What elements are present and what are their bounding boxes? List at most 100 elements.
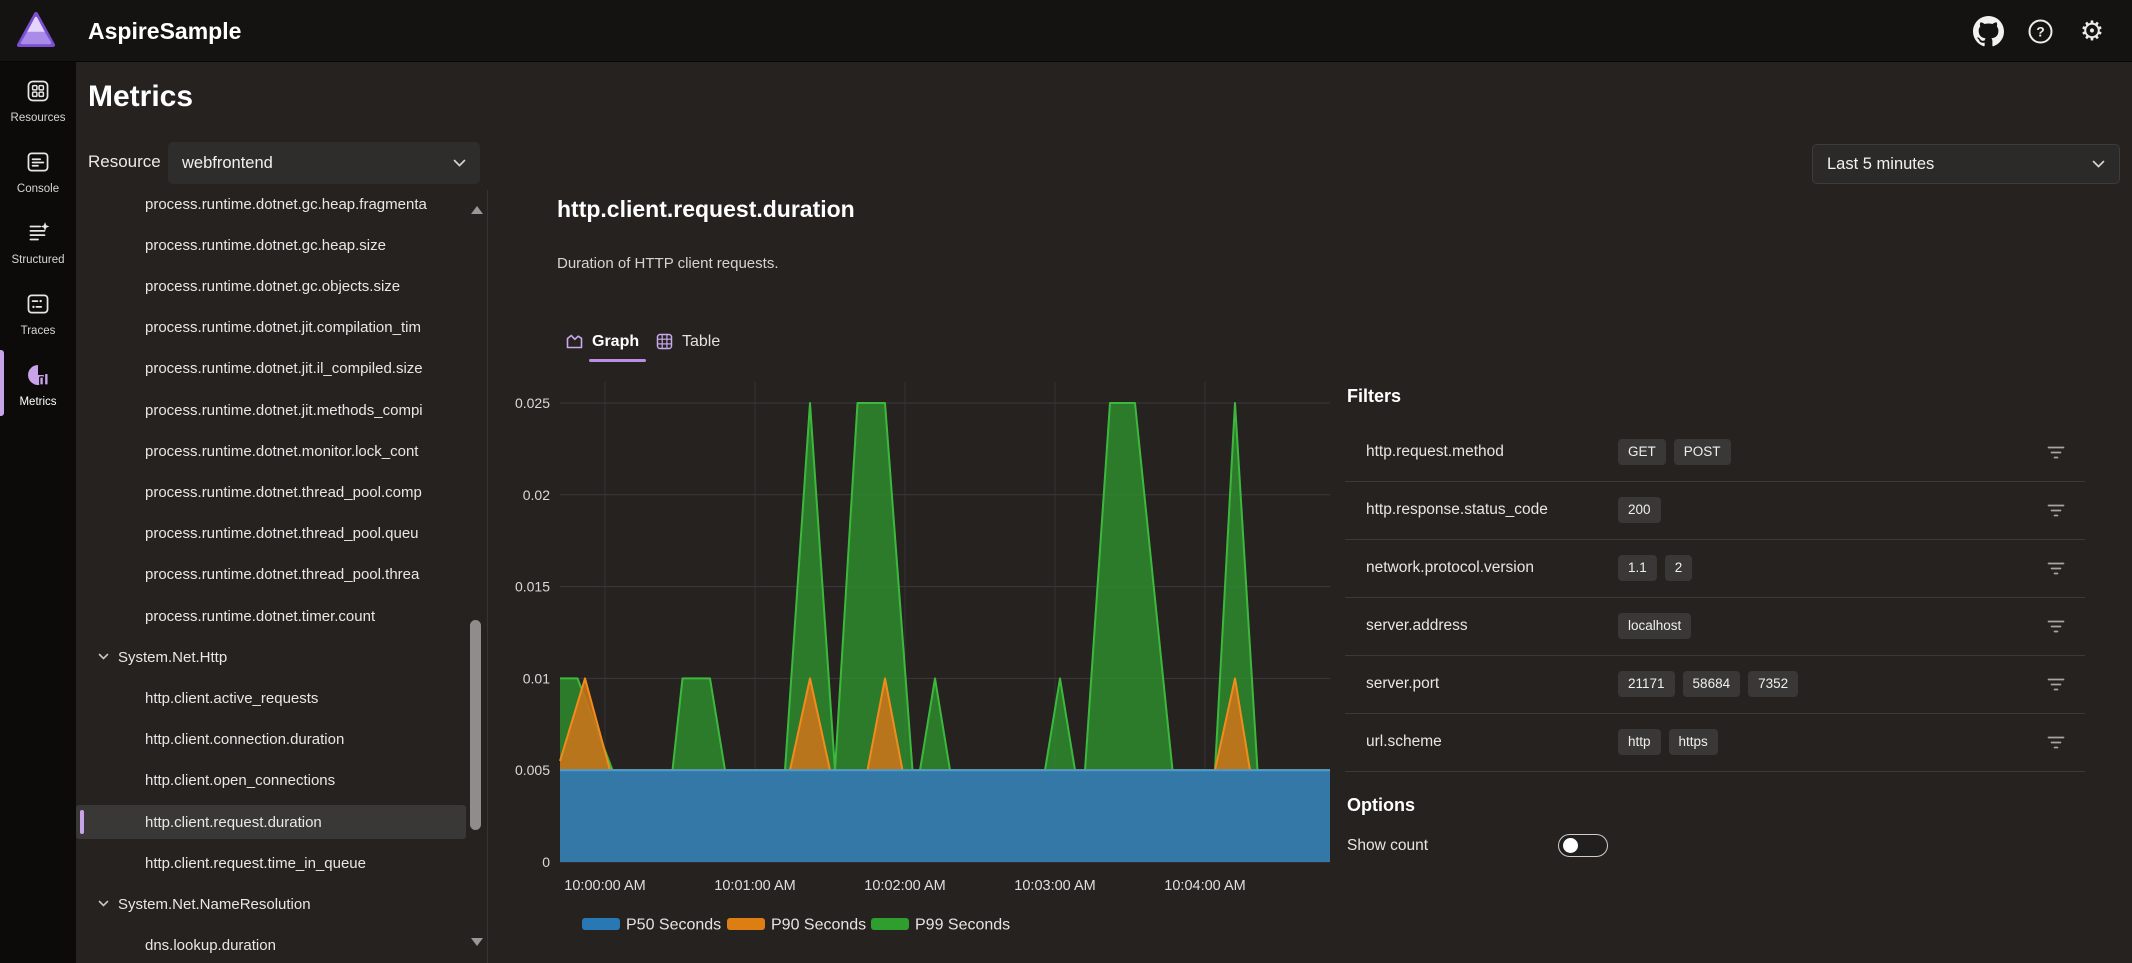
metric-item-label: http.client.active_requests [76, 690, 318, 707]
x-tick-label: 10:01:00 AM [714, 878, 795, 894]
metric-item-process.runtime.dotnet.jit.il_compiled.size[interactable]: process.runtime.dotnet.jit.il_compiled.s… [76, 352, 466, 386]
metric-item-http.client.active_requests[interactable]: http.client.active_requests [76, 681, 466, 715]
filter-funnel-icon[interactable] [2047, 619, 2065, 634]
metric-item-process.runtime.dotnet.monitor.lock_cont[interactable]: process.runtime.dotnet.monitor.lock_cont [76, 434, 466, 468]
area-p50-seconds [560, 770, 1330, 862]
filter-chip[interactable]: 7352 [1748, 671, 1798, 697]
metric-item-dns.lookup.duration[interactable]: dns.lookup.duration [76, 929, 466, 963]
show-count-toggle[interactable] [1558, 834, 1608, 857]
filter-chip[interactable]: 21171 [1618, 671, 1675, 697]
options-heading: Options [1347, 795, 1415, 816]
time-range-select[interactable]: Last 5 minutes [1812, 144, 2120, 184]
scroll-down-arrow[interactable] [471, 938, 483, 946]
filter-funnel-icon[interactable] [2047, 503, 2065, 518]
metric-item-process.runtime.dotnet.jit.methods_compi[interactable]: process.runtime.dotnet.jit.methods_compi [76, 393, 466, 427]
filter-values: 1.12 [1618, 555, 1692, 581]
active-tab-underline [589, 359, 646, 362]
legend-swatch [582, 918, 620, 930]
filter-chip[interactable]: https [1669, 729, 1718, 755]
tab-label: Graph [592, 333, 639, 351]
metric-group-System.Net.Http[interactable]: System.Net.Http [76, 640, 466, 674]
chevron-down-icon[interactable] [98, 900, 109, 907]
metric-item-process.runtime.dotnet.gc.heap.fragmenta[interactable]: process.runtime.dotnet.gc.heap.fragmenta [76, 188, 466, 221]
settings-icon[interactable]: ⚙ [2076, 15, 2108, 47]
tab-graph[interactable]: Graph [565, 332, 639, 351]
filter-chip[interactable]: 2 [1665, 555, 1693, 581]
time-range-value: Last 5 minutes [1813, 155, 2092, 174]
filter-funnel-icon[interactable] [2047, 561, 2065, 576]
filter-chip[interactable]: localhost [1618, 613, 1691, 639]
metric-item-http.client.request.time_in_queue[interactable]: http.client.request.time_in_queue [76, 846, 466, 880]
sidebar-item-structured[interactable]: Structured [0, 210, 76, 276]
panel-divider [487, 190, 488, 963]
y-tick-label: 0.01 [523, 670, 550, 686]
resource-select[interactable]: webfrontend [168, 142, 480, 184]
metric-item-process.runtime.dotnet.jit.compilation_tim[interactable]: process.runtime.dotnet.jit.compilation_t… [76, 311, 466, 345]
structured-icon [25, 220, 51, 251]
sidebar-item-metrics[interactable]: Metrics [0, 352, 76, 418]
metric-item-label: http.client.open_connections [76, 772, 335, 789]
metric-item-http.client.connection.duration[interactable]: http.client.connection.duration [76, 723, 466, 757]
metric-item-process.runtime.dotnet.gc.heap.size[interactable]: process.runtime.dotnet.gc.heap.size [76, 228, 466, 262]
filter-label: http.request.method [1366, 443, 1504, 461]
metric-item-label: process.runtime.dotnet.jit.methods_compi [76, 402, 423, 419]
metric-item-http.client.request.duration[interactable]: http.client.request.duration [76, 805, 466, 839]
metric-item-process.runtime.dotnet.thread_pool.comp[interactable]: process.runtime.dotnet.thread_pool.comp [76, 475, 466, 509]
metric-item-http.client.open_connections[interactable]: http.client.open_connections [76, 764, 466, 798]
filter-funnel-icon[interactable] [2047, 735, 2065, 750]
sidebar-item-resources[interactable]: Resources [0, 68, 76, 134]
filter-chip[interactable]: 1.1 [1618, 555, 1657, 581]
filter-funnel-icon[interactable] [2047, 677, 2065, 692]
scrollbar-thumb[interactable] [470, 620, 481, 830]
legend-item-p50-seconds[interactable]: P50 Seconds [582, 917, 721, 934]
sidebar-item-label: Structured [11, 254, 64, 266]
resources-icon [25, 78, 51, 109]
x-tick-label: 10:00:00 AM [564, 878, 645, 894]
metric-item-process.runtime.dotnet.thread_pool.queu[interactable]: process.runtime.dotnet.thread_pool.queu [76, 517, 466, 551]
selected-indicator [80, 810, 84, 834]
legend-label: P99 Seconds [915, 917, 1010, 934]
filter-label: url.scheme [1366, 733, 1442, 751]
github-icon[interactable] [1972, 15, 2004, 47]
traces-icon [25, 291, 51, 322]
metrics-icon [25, 362, 51, 393]
filter-values: http https [1618, 729, 1718, 755]
metric-item-process.runtime.dotnet.thread_pool.threa[interactable]: process.runtime.dotnet.thread_pool.threa [76, 558, 466, 592]
metric-item-label: dns.lookup.duration [76, 937, 276, 954]
legend-swatch [727, 918, 765, 930]
filter-chip[interactable]: 200 [1618, 497, 1661, 523]
filter-values: 21171 58684 7352 [1618, 671, 1798, 697]
chevron-down-icon[interactable] [98, 653, 109, 660]
help-icon[interactable]: ? [2024, 15, 2056, 47]
metric-item-process.runtime.dotnet.gc.objects.size[interactable]: process.runtime.dotnet.gc.objects.size [76, 269, 466, 303]
scroll-up-arrow[interactable] [471, 206, 483, 214]
metric-item-process.runtime.dotnet.timer.count[interactable]: process.runtime.dotnet.timer.count [76, 599, 466, 633]
filter-row-server.address: server.address localhost [1345, 609, 2085, 643]
row-separator [1345, 655, 2085, 656]
filter-funnel-icon[interactable] [2047, 445, 2065, 460]
tab-table[interactable]: Table [655, 332, 720, 351]
sidebar-item-console[interactable]: Console [0, 139, 76, 205]
filter-values: localhost [1618, 613, 1691, 639]
y-tick-label: 0.025 [515, 395, 550, 411]
legend-item-p99-seconds[interactable]: P99 Seconds [871, 917, 1010, 934]
metric-item-label: http.client.connection.duration [76, 731, 344, 748]
legend-label: P90 Seconds [771, 917, 866, 934]
topbar-actions: ? ⚙ [1972, 0, 2108, 62]
filter-chip[interactable]: http [1618, 729, 1661, 755]
filter-row-http.response.status_code: http.response.status_code200 [1345, 493, 2085, 527]
sidebar-item-traces[interactable]: Traces [0, 281, 76, 347]
filter-label: server.address [1366, 617, 1468, 635]
filters-panel: Filters http.request.methodGETPOSThttp.r… [1345, 380, 2085, 963]
filter-chip[interactable]: POST [1674, 439, 1731, 465]
filter-chip[interactable]: GET [1618, 439, 1666, 465]
show-count-label: Show count [1347, 837, 1428, 855]
metric-group-System.Net.NameResolution[interactable]: System.Net.NameResolution [76, 887, 466, 921]
filter-chip[interactable]: 58684 [1683, 671, 1741, 697]
legend-item-p90-seconds[interactable]: P90 Seconds [727, 917, 866, 934]
metric-item-label: http.client.request.time_in_queue [76, 855, 366, 872]
svg-text:?: ? [2036, 23, 2045, 39]
toggle-knob [1563, 838, 1578, 853]
sidebar-item-label: Console [17, 183, 59, 195]
metric-item-label: process.runtime.dotnet.monitor.lock_cont [76, 443, 418, 460]
